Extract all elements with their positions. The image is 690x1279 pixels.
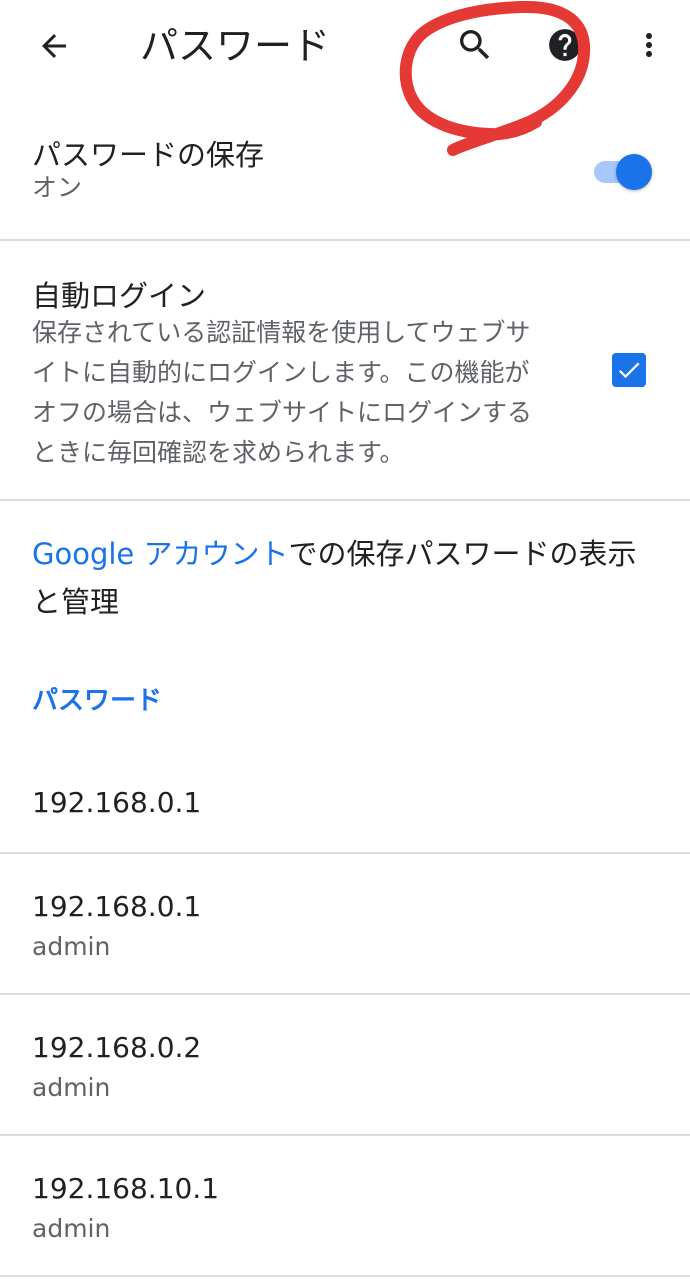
description-line: ときに毎回確認を求められます。	[32, 438, 405, 467]
password-entry-site: 192.168.10.1	[32, 1172, 220, 1205]
auto-signin-description: 保存されている認証情報を使用してウェブサ イトに自動的にログインします。この機能…	[32, 313, 532, 473]
check-icon	[618, 362, 640, 379]
description-line: オフの場合は、ウェブサイトにログインする	[32, 398, 533, 427]
more-options-button[interactable]	[624, 16, 674, 74]
password-entry-username: admin	[32, 1214, 111, 1243]
toggle-thumb	[616, 154, 652, 190]
password-entry-username: admin	[32, 1073, 111, 1102]
search-button[interactable]	[446, 16, 504, 74]
password-entry-username: admin	[32, 932, 111, 961]
save-passwords-status: オン	[32, 173, 83, 202]
password-entry[interactable]: 192.168.0.1 admin	[0, 854, 690, 994]
description-line: 保存されている認証情報を使用してウェブサ	[32, 318, 531, 347]
password-entry[interactable]: 192.168.0.1	[0, 752, 690, 852]
password-entry-site: 192.168.0.1	[32, 786, 202, 819]
help-button[interactable]	[536, 16, 594, 74]
passwords-section-header: パスワード	[32, 686, 163, 716]
page-title: パスワード	[140, 24, 331, 68]
password-entry-site: 192.168.0.2	[32, 1031, 202, 1064]
google-account-link[interactable]: Google アカウント	[32, 537, 288, 571]
divider	[0, 499, 690, 501]
toolbar: パスワード	[0, 0, 690, 96]
help-icon	[549, 29, 581, 61]
save-passwords-setting[interactable]: パスワードの保存 オン	[0, 96, 690, 240]
divider	[0, 1275, 690, 1277]
more-vert-icon	[646, 33, 652, 57]
auto-signin-checkbox[interactable]	[612, 353, 646, 387]
back-button[interactable]	[22, 18, 86, 74]
search-icon	[460, 30, 490, 60]
back-arrow-icon	[42, 34, 66, 58]
description-line: イトに自動的にログインします。この機能が	[32, 358, 530, 387]
auto-signin-title: 自動ログイン	[32, 279, 207, 313]
password-entry[interactable]: 192.168.0.2 admin	[0, 995, 690, 1135]
google-account-text: Google アカウントでの保存パスワードの表示と管理	[32, 530, 662, 626]
password-entry-site: 192.168.0.1	[32, 890, 202, 923]
password-entry[interactable]: 192.168.10.1 admin	[0, 1136, 690, 1276]
auto-signin-setting[interactable]: 自動ログイン 保存されている認証情報を使用してウェブサ イトに自動的にログインし…	[0, 241, 690, 499]
save-passwords-toggle[interactable]	[590, 152, 654, 192]
